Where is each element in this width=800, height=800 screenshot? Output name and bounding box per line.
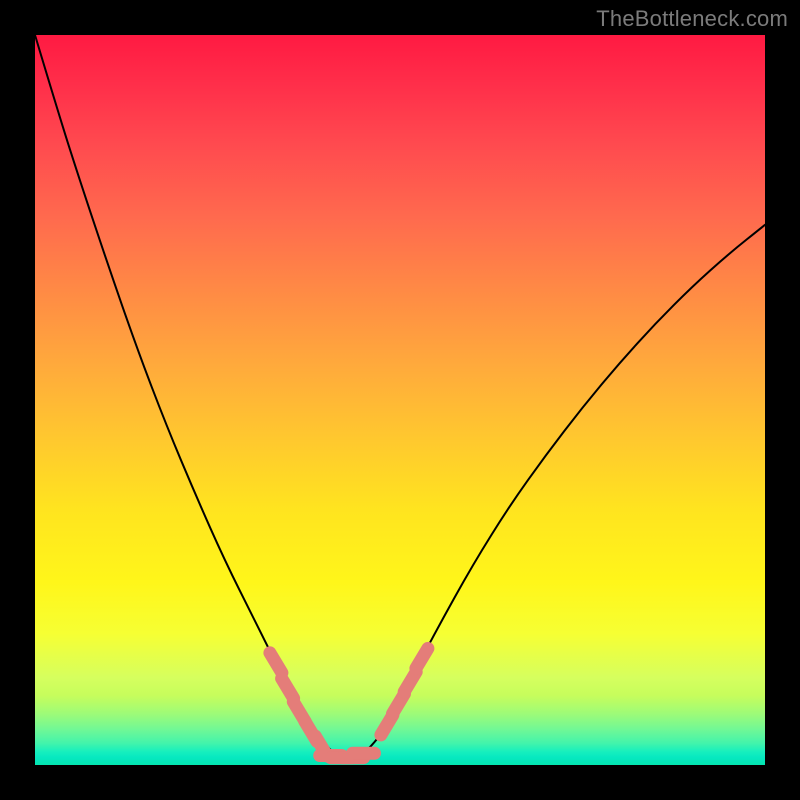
highlight-marker <box>404 672 416 692</box>
watermark-text: TheBottleneck.com <box>596 6 788 32</box>
curve-svg <box>35 35 765 765</box>
plot-area <box>35 35 765 765</box>
highlight-marker <box>270 653 282 673</box>
bottleneck-curve <box>35 35 765 757</box>
chart-stage: TheBottleneck.com <box>0 0 800 800</box>
highlight-markers <box>270 648 428 757</box>
highlight-marker <box>416 648 428 668</box>
